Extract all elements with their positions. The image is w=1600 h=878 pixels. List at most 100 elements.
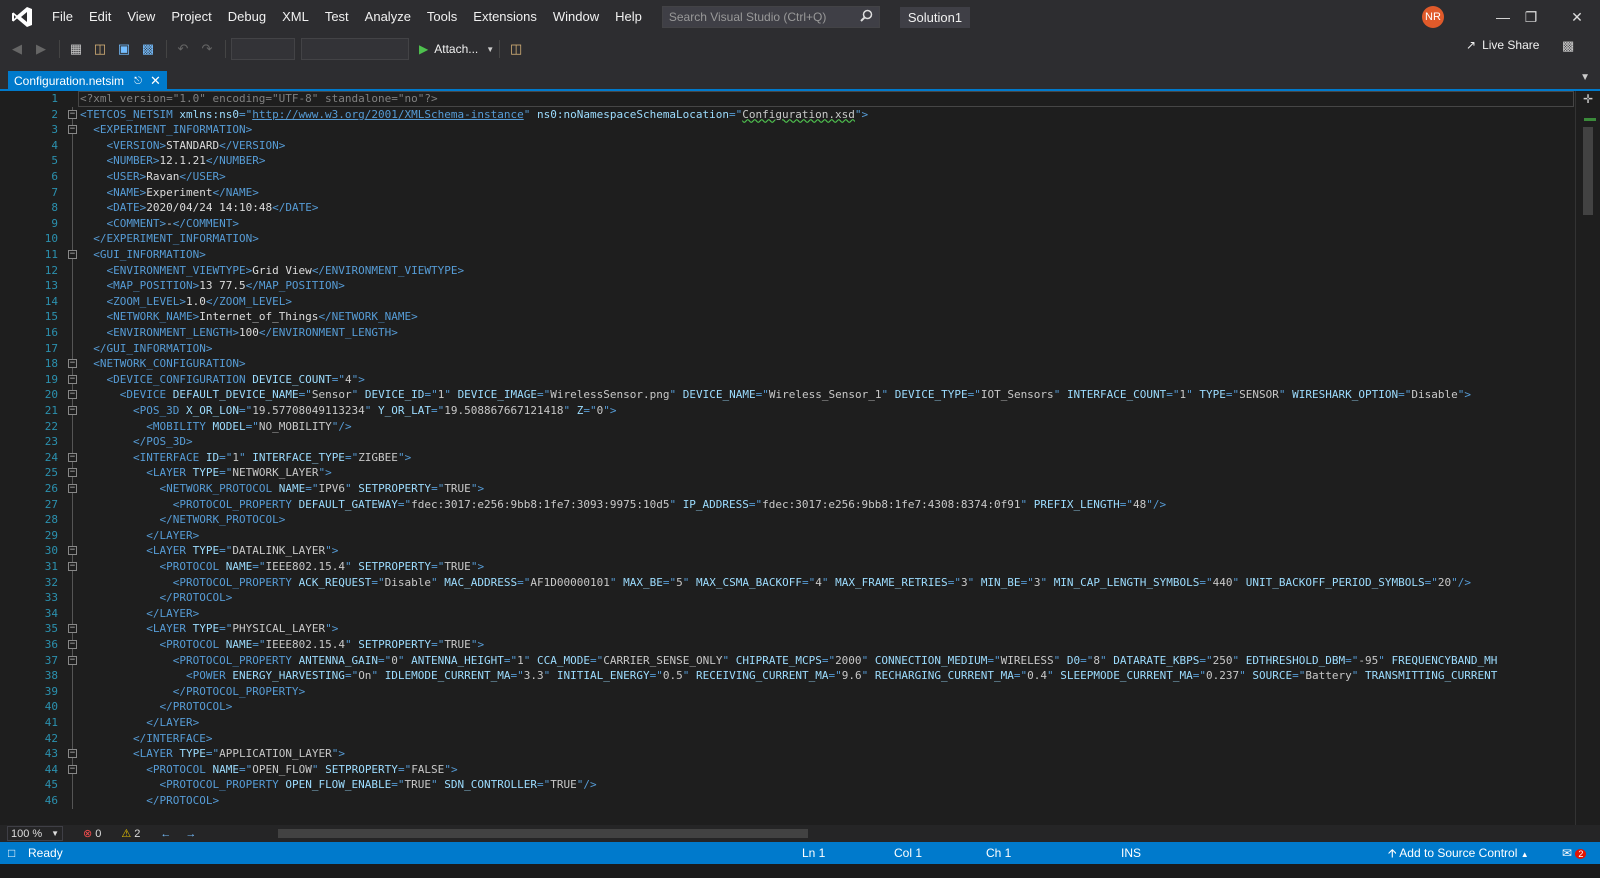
undo-icon[interactable]: ↶ — [172, 38, 194, 60]
code-line[interactable]: 1 <?xml version="1.0" encoding="UTF-8" st… — [0, 91, 1575, 107]
menu-xml[interactable]: XML — [274, 0, 317, 34]
restore-icon[interactable]: ❐ — [1508, 0, 1554, 34]
menu-help[interactable]: Help — [607, 0, 650, 34]
code-line[interactable]: 6 <USER>Ravan</USER> — [0, 169, 1575, 185]
solution-platform-dropdown[interactable] — [301, 38, 409, 60]
code-line[interactable]: 4 <VERSION>STANDARD</VERSION> — [0, 137, 1575, 154]
menu-project[interactable]: Project — [163, 0, 219, 34]
code-line[interactable]: 44− <PROTOCOL NAME="OPEN_FLOW" SETPROPER… — [0, 761, 1575, 778]
navigate-back-icon[interactable]: ◀ — [6, 38, 28, 60]
tab-list-chevron-icon[interactable]: ▼ — [1580, 72, 1590, 83]
vertical-scroll-thumb[interactable] — [1583, 127, 1593, 215]
menu-test[interactable]: Test — [317, 0, 357, 34]
code-line[interactable]: 39 </PROTOCOL_PROPERTY> — [0, 683, 1575, 700]
menu-tools[interactable]: Tools — [419, 0, 465, 34]
code-line[interactable]: 34 </LAYER> — [0, 605, 1575, 622]
collapse-icon[interactable]: − — [68, 390, 77, 400]
collapse-icon[interactable]: − — [68, 655, 77, 665]
code-line[interactable]: 22 <MOBILITY MODEL="NO_MOBILITY"/> — [0, 418, 1575, 435]
add-to-source-control-button[interactable]: 🡩 Add to Source Control ▲ — [1388, 842, 1529, 866]
collapse-icon[interactable]: − — [68, 452, 77, 462]
new-project-icon[interactable]: ▦ — [65, 38, 87, 60]
collapse-icon[interactable]: − — [68, 468, 77, 478]
menu-debug[interactable]: Debug — [220, 0, 274, 34]
code-line[interactable]: 40 </PROTOCOL> — [0, 699, 1575, 716]
notifications-button[interactable]: ✉ 2 — [1562, 842, 1587, 865]
collapse-icon[interactable]: − — [68, 406, 77, 415]
code-line[interactable]: 45 <PROTOCOL_PROPERTY OPEN_FLOW_ENABLE="… — [0, 777, 1575, 794]
code-line[interactable]: 2− <TETCOS_NETSIM xmlns:ns0="http://www.w… — [0, 106, 1575, 123]
solution-configuration-dropdown[interactable] — [231, 38, 295, 60]
collapse-icon[interactable]: − — [68, 546, 77, 556]
feedback-icon[interactable]: ▩ — [1562, 38, 1574, 54]
code-line[interactable]: 20− <DEVICE DEFAULT_DEVICE_NAME="Sensor"… — [0, 387, 1575, 404]
next-issue-icon[interactable]: → — [185, 828, 196, 840]
pin-icon[interactable]: ⎋ — [134, 76, 142, 87]
code-line[interactable]: 31 − <PROTOCOL NAME="IEEE802.15.4" SETPRO… — [0, 559, 1575, 575]
code-line[interactable]: 23 </POS_3D> — [0, 434, 1575, 451]
previous-issue-icon[interactable]: ← — [160, 828, 171, 840]
code-line[interactable]: 25− <LAYER TYPE="NETWORK_LAYER"> — [0, 465, 1575, 482]
code-line[interactable]: 7 <NAME>Experiment</NAME> — [0, 184, 1575, 201]
code-line[interactable]: 41 </LAYER> — [0, 715, 1575, 731]
code-line[interactable]: 33 </PROTOCOL> — [0, 590, 1575, 607]
code-line[interactable]: 3− <EXPERIMENT_INFORMATION> — [0, 122, 1575, 139]
save-icon[interactable]: ▣ — [113, 38, 135, 60]
code-line[interactable]: 30− <LAYER TYPE="DATALINK_LAYER"> — [0, 543, 1575, 560]
save-all-icon[interactable]: ▩ — [137, 38, 159, 60]
live-share-button[interactable]: ↗ Live Share — [1466, 38, 1539, 52]
code-line[interactable]: 9 <COMMENT>-</COMMENT> — [0, 215, 1575, 232]
code-line[interactable]: 15 <NETWORK_NAME>Internet_of_Things</NET… — [0, 309, 1575, 326]
code-line[interactable]: 12 <ENVIRONMENT_VIEWTYPE>Grid View</ENVI… — [0, 262, 1575, 279]
errors-indicator[interactable]: ⊗ 0 — [83, 827, 101, 841]
code-line[interactable]: 29 </LAYER> — [0, 527, 1575, 544]
close-tab-icon[interactable]: ✕ — [150, 73, 161, 89]
search-icon[interactable] — [860, 9, 873, 25]
toolbar-options-icon[interactable]: ◫ — [505, 38, 527, 60]
code-line[interactable]: 26 − <NETWORK_PROTOCOL NAME="IPV6" SETPRO… — [0, 481, 1575, 497]
code-line[interactable]: 35− <LAYER TYPE="PHYSICAL_LAYER"> — [0, 621, 1575, 638]
menu-edit[interactable]: Edit — [81, 0, 119, 34]
code-line[interactable]: 21 − <POS_3D X_OR_LON="19.57708049113234"… — [0, 403, 1575, 419]
collapse-icon[interactable]: − — [68, 624, 77, 634]
code-line[interactable]: 36 − <PROTOCOL NAME="IEEE802.15.4" SETPRO… — [0, 637, 1575, 653]
code-line[interactable]: 10 </EXPERIMENT_INFORMATION> — [0, 231, 1575, 248]
code-line[interactable]: 27 <PROTOCOL_PROPERTY DEFAULT_GATEWAY="f… — [0, 496, 1575, 513]
menu-extensions[interactable]: Extensions — [465, 0, 545, 34]
horizontal-scroll-thumb[interactable] — [278, 829, 808, 838]
warnings-indicator[interactable]: ⚠ 2 — [121, 827, 140, 841]
zoom-dropdown[interactable]: 100 % ▼ — [7, 826, 63, 841]
code-line[interactable]: 16 <ENVIRONMENT_LENGTH>100</ENVIRONMENT_… — [0, 325, 1575, 341]
collapse-icon[interactable]: − — [68, 562, 77, 571]
collapse-icon[interactable]: − — [68, 109, 77, 119]
collapse-icon[interactable]: − — [68, 359, 77, 369]
collapse-icon[interactable]: − — [68, 749, 77, 759]
collapse-icon[interactable]: − — [68, 250, 77, 259]
code-line[interactable]: 11 − <GUI_INFORMATION> — [0, 247, 1575, 263]
collapse-icon[interactable]: − — [68, 374, 77, 384]
menu-view[interactable]: View — [119, 0, 163, 34]
avatar[interactable]: NR — [1422, 6, 1444, 28]
code-line[interactable]: 5 <NUMBER>12.1.21</NUMBER> — [0, 153, 1575, 170]
code-line[interactable]: 38 <POWER ENERGY_HARVESTING="On" IDLEMOD… — [0, 668, 1575, 685]
code-line[interactable]: 19− <DEVICE_CONFIGURATION DEVICE_COUNT="… — [0, 371, 1575, 388]
code-line[interactable]: 18− <NETWORK_CONFIGURATION> — [0, 356, 1575, 373]
menu-window[interactable]: Window — [545, 0, 607, 34]
menu-file[interactable]: File — [44, 0, 81, 34]
code-line[interactable]: 42 </INTERFACE> — [0, 730, 1575, 747]
search-input[interactable] — [668, 10, 860, 24]
collapse-icon[interactable]: − — [68, 484, 77, 493]
code-line[interactable]: 28 </NETWORK_PROTOCOL> — [0, 512, 1575, 529]
attach-button[interactable]: ▶ Attach... ▼ — [419, 42, 494, 56]
code-editor[interactable]: 1 <?xml version="1.0" encoding="UTF-8" st… — [0, 91, 1600, 825]
open-file-icon[interactable]: ◫ — [89, 38, 111, 60]
menu-analyze[interactable]: Analyze — [357, 0, 419, 34]
close-window-icon[interactable]: ✕ — [1554, 0, 1600, 34]
code-line[interactable]: 43− <LAYER TYPE="APPLICATION_LAYER"> — [0, 746, 1575, 763]
navigate-forward-icon[interactable]: ▶ — [30, 38, 52, 60]
code-line[interactable]: 24− <INTERFACE ID="1" INTERFACE_TYPE="ZI… — [0, 449, 1575, 466]
code-line[interactable]: 32 <PROTOCOL_PROPERTY ACK_REQUEST="Disab… — [0, 574, 1575, 591]
collapse-icon[interactable]: − — [68, 125, 77, 135]
split-window-icon[interactable]: ✛ — [1582, 93, 1594, 105]
collapse-icon[interactable]: − — [68, 764, 77, 774]
